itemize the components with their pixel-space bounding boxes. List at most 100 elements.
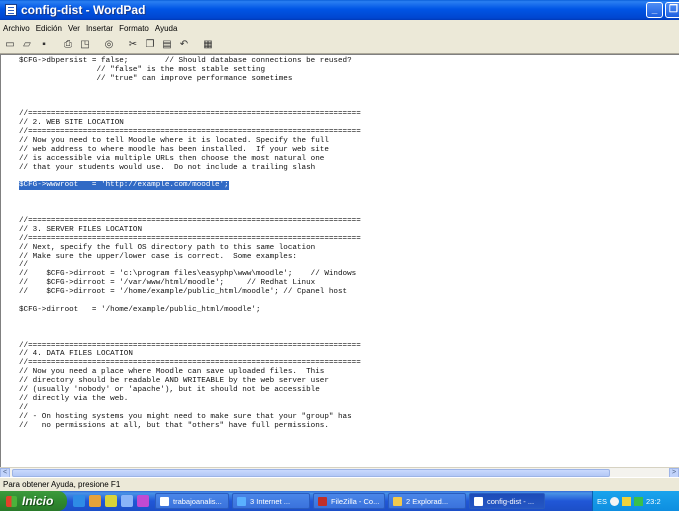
toolbar: ▭ ▱ ▪ ⎙ ◳ ◎ ✂ ❐ ▤ ↶ ▦	[0, 36, 679, 54]
document-line[interactable]: // $CFG->dirroot = 'c:\program files\eas…	[19, 270, 671, 279]
print-preview-icon[interactable]: ◳	[78, 38, 92, 51]
document-line[interactable]: // directly via the web.	[19, 395, 671, 404]
tray-app-icon[interactable]	[634, 496, 644, 506]
document-line[interactable]	[19, 199, 671, 208]
task-button-3[interactable]: FileZilla - Co...	[313, 493, 385, 509]
line-text: // 3. SERVER FILES LOCATION	[19, 225, 143, 234]
start-button[interactable]: Inicio	[0, 491, 67, 511]
document-line[interactable]: $CFG->dirroot = '/home/example/public_ht…	[19, 306, 671, 315]
document-text[interactable]: $CFG->dbpersist = false; // Should datab…	[19, 57, 671, 430]
menu-archivo[interactable]: Archivo	[0, 24, 33, 33]
document-area[interactable]: $CFG->dbpersist = false; // Should datab…	[0, 54, 679, 467]
document-line[interactable]: //	[19, 261, 671, 270]
menu-insertar[interactable]: Insertar	[83, 24, 116, 33]
document-line[interactable]: // 3. SERVER FILES LOCATION	[19, 226, 671, 235]
document-line[interactable]: // - On hosting systems you might need t…	[19, 413, 671, 422]
line-text: // directly via the web.	[19, 394, 129, 403]
document-line[interactable]: // Next, specify the full OS directory p…	[19, 244, 671, 253]
document-line[interactable]: // $CFG->dirroot = '/home/example/public…	[19, 288, 671, 297]
browser-icon[interactable]	[89, 495, 101, 507]
document-line[interactable]	[19, 333, 671, 342]
document-line[interactable]: //======================================…	[19, 217, 671, 226]
document-line[interactable]: // is accessible via multiple URLs then …	[19, 155, 671, 164]
document-line[interactable]: //======================================…	[19, 235, 671, 244]
line-text: // no permissions at all, but that "othe…	[19, 421, 329, 430]
document-line[interactable]: // 2. WEB SITE LOCATION	[19, 119, 671, 128]
document-line[interactable]	[19, 297, 671, 306]
line-text: $CFG->dirroot = '/home/example/public_ht…	[19, 305, 261, 314]
document-line[interactable]	[19, 190, 671, 199]
document-line[interactable]	[19, 101, 671, 110]
menu-formato[interactable]: Formato	[116, 24, 152, 33]
minimize-button[interactable]: _	[646, 2, 663, 18]
cut-icon[interactable]: ✂	[126, 38, 140, 51]
new-icon[interactable]: ▭	[3, 38, 17, 51]
document-line[interactable]	[19, 208, 671, 217]
clock: 23:2	[646, 496, 661, 506]
explorer-icon[interactable]	[121, 495, 133, 507]
network-icon[interactable]	[610, 496, 620, 506]
line-text: // Now you need a place where Moodle can…	[19, 368, 325, 377]
copy-icon[interactable]: ❐	[143, 38, 157, 51]
document-line[interactable]	[19, 93, 671, 102]
document-line[interactable]: //======================================…	[19, 128, 671, 137]
maximize-button[interactable]: ❐	[665, 2, 679, 18]
document-line[interactable]: //======================================…	[19, 359, 671, 368]
scroll-thumb[interactable]	[12, 469, 610, 477]
task-button-4[interactable]: 2 Explorad...	[388, 493, 466, 509]
line-text: //======================================…	[19, 110, 361, 119]
windows-logo-icon	[6, 495, 17, 507]
document-line[interactable]: // Now you need to tell Moodle where it …	[19, 137, 671, 146]
task-button-5[interactable]: config-dist - ...	[469, 493, 545, 509]
document-line[interactable]: // (usually 'nobody' or 'apache'), but i…	[19, 386, 671, 395]
document-line[interactable]: // "false" is the most stable setting	[19, 66, 671, 75]
line-text: // that your students would use. Do not …	[19, 163, 316, 172]
line-text: // "true" can improve performance someti…	[19, 74, 293, 83]
line-text: //======================================…	[19, 359, 361, 368]
print-icon[interactable]: ⎙	[61, 38, 75, 51]
title-bar[interactable]: config-dist - WordPad _ ❐	[0, 0, 679, 20]
document-line[interactable]: // 4. DATA FILES LOCATION	[19, 350, 671, 359]
messenger-icon[interactable]	[137, 495, 149, 507]
document-line[interactable]: // $CFG->dirroot = '/var/www/html/moodle…	[19, 279, 671, 288]
document-line[interactable]: //======================================…	[19, 110, 671, 119]
line-text: // is accessible via multiple URLs then …	[19, 154, 325, 163]
find-icon[interactable]: ◎	[102, 38, 116, 51]
line-text: //======================================…	[19, 217, 361, 226]
document-line[interactable]	[19, 315, 671, 324]
document-line[interactable]: // that your students would use. Do not …	[19, 164, 671, 173]
document-line[interactable]: // no permissions at all, but that "othe…	[19, 422, 671, 431]
document-line[interactable]	[19, 173, 671, 182]
task-button-1[interactable]: trabajoanalis...	[155, 493, 229, 509]
line-text: // 2. WEB SITE LOCATION	[19, 119, 124, 128]
undo-icon[interactable]: ↶	[177, 38, 191, 51]
system-tray: ES 23:2	[592, 491, 679, 511]
document-line[interactable]: // directory should be readable AND WRIT…	[19, 377, 671, 386]
paste-icon[interactable]: ▤	[160, 38, 174, 51]
document-line[interactable]: // web address to where moodle has been …	[19, 146, 671, 155]
menu-edicion[interactable]: Edición	[33, 24, 65, 33]
line-text: // directory should be readable AND WRIT…	[19, 377, 329, 386]
language-indicator[interactable]: ES	[597, 497, 607, 506]
document-line[interactable]: $CFG->dbpersist = false; // Should datab…	[19, 57, 671, 66]
document-line[interactable]	[19, 84, 671, 93]
document-line[interactable]	[19, 324, 671, 333]
horizontal-scrollbar[interactable]: < >	[0, 467, 679, 478]
menu-ver[interactable]: Ver	[65, 24, 83, 33]
line-text: // Now you need to tell Moodle where it …	[19, 137, 329, 146]
show-desktop-icon[interactable]	[73, 495, 85, 507]
document-line[interactable]: // Make sure the upper/lower case is cor…	[19, 253, 671, 262]
media-icon[interactable]	[105, 495, 117, 507]
folder-icon	[393, 496, 402, 506]
open-icon[interactable]: ▱	[20, 38, 34, 51]
task-button-2[interactable]: 3 Internet ...	[232, 493, 310, 509]
document-line[interactable]: //	[19, 404, 671, 413]
document-line[interactable]: $CFG->wwwroot = 'http://example.com/mood…	[19, 181, 671, 191]
date-time-icon[interactable]: ▦	[201, 38, 215, 51]
menu-ayuda[interactable]: Ayuda	[152, 24, 181, 33]
volume-icon[interactable]	[622, 496, 632, 506]
document-line[interactable]: // Now you need a place where Moodle can…	[19, 368, 671, 377]
document-line[interactable]: // "true" can improve performance someti…	[19, 75, 671, 84]
save-icon[interactable]: ▪	[37, 38, 51, 51]
document-line[interactable]: //======================================…	[19, 342, 671, 351]
